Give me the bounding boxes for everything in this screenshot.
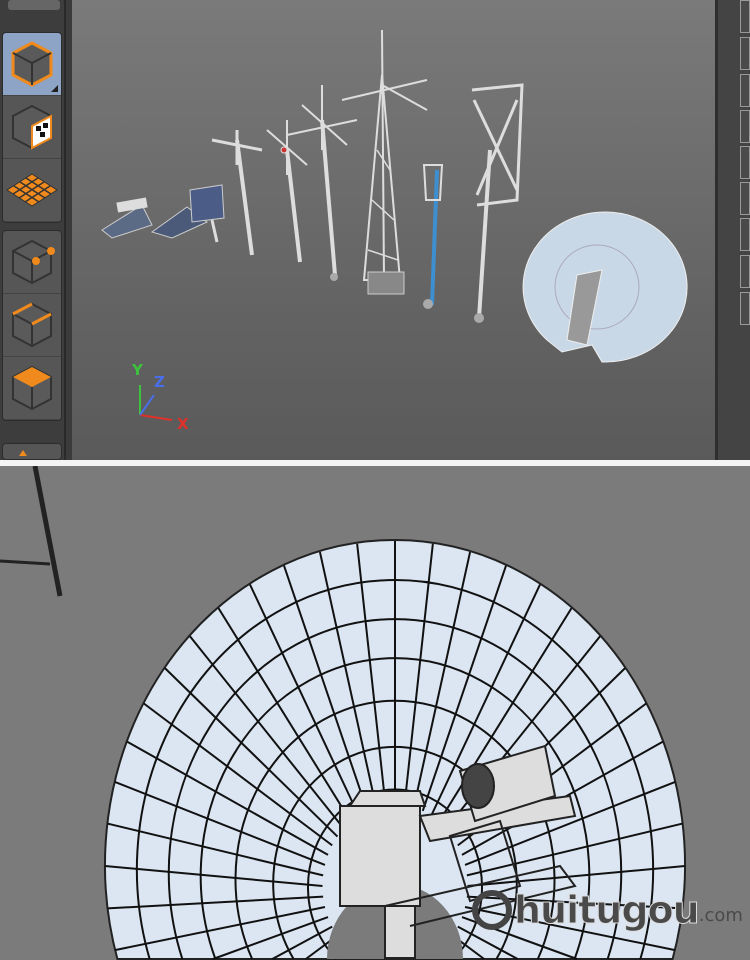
panel-cell[interactable] (740, 292, 750, 325)
3d-viewport[interactable]: Y Z X (72, 0, 715, 460)
points-mode-button[interactable] (3, 231, 61, 294)
polygon-cube-icon (12, 365, 52, 411)
cube-model-icon (11, 41, 53, 87)
toolbar-group-modes (2, 32, 62, 223)
watermark-domain: .com (698, 905, 743, 926)
panel-cell[interactable] (740, 146, 750, 179)
model-mode-button[interactable] (3, 33, 61, 96)
toolbar-group-components (2, 230, 62, 421)
watermark-logo-icon (472, 890, 512, 930)
workplane-mode-button[interactable] (3, 159, 61, 222)
edges-cube-icon (12, 302, 52, 348)
watermark-brand: huitugou (514, 888, 701, 933)
toolbar-button-partial[interactable] (8, 0, 60, 10)
orange-tool-icon (19, 450, 27, 456)
scene-models (101, 29, 688, 421)
grid-plane-icon (6, 173, 58, 207)
closeup-viewport[interactable]: huitugou .com (0, 466, 750, 960)
panel-cell[interactable] (740, 0, 750, 33)
panel-cell[interactable] (740, 74, 750, 107)
panel-cell[interactable] (740, 110, 750, 143)
watermark: huitugou .com (470, 886, 743, 934)
solar-panel-models (101, 184, 225, 243)
right-panel (715, 0, 750, 460)
mode-toolbar (0, 0, 66, 460)
panel-cell[interactable] (740, 182, 750, 215)
points-cube-icon (12, 239, 55, 285)
wind-turbine-models (211, 29, 524, 323)
toolbar-group-partial[interactable] (2, 443, 62, 460)
panel-cell[interactable] (740, 255, 750, 288)
top-editor-view: Y Z X (0, 0, 750, 460)
axis-label-x: X (177, 415, 189, 433)
checker-cube-icon (12, 104, 52, 150)
dish-model (522, 211, 688, 363)
panel-cell[interactable] (740, 37, 750, 70)
edges-mode-button[interactable] (3, 294, 61, 357)
axis-label-y: Y (132, 361, 143, 379)
panel-cell[interactable] (740, 218, 750, 251)
texture-mode-button[interactable] (3, 96, 61, 159)
axis-label-z: Z (154, 373, 165, 391)
polygons-mode-button[interactable] (3, 357, 61, 420)
